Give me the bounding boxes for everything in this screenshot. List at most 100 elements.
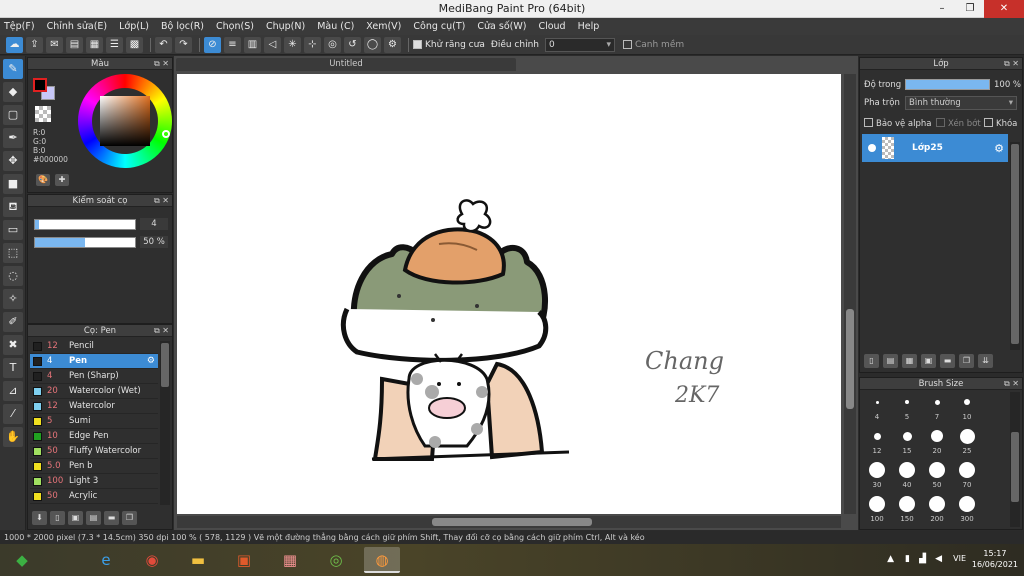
panel-close-icon[interactable]: ⧉ ✕ [154,325,169,337]
lock-checkbox[interactable] [984,118,993,127]
brush-copy-icon[interactable]: ▤ [86,511,101,525]
grid-icon[interactable]: ▩ [126,36,143,53]
brush-tool-icon[interactable]: ✎ [3,59,23,79]
brush-size-cell[interactable]: 30 [862,460,892,489]
panel-close-icon[interactable]: ⧉ ✕ [1004,378,1019,390]
document-tab[interactable]: Untitled [176,58,516,71]
brush-size-cell[interactable]: 20 [922,426,952,455]
divide-tool-icon[interactable]: ⊿ [3,381,23,401]
brush-opacity-value[interactable]: 50 % [140,236,168,248]
menu-view[interactable]: Xem(V) [366,21,401,32]
bucket-tool-icon[interactable]: ⛾ [3,197,23,217]
medibang-paint-icon[interactable]: ◍ [364,547,400,573]
signal-icon[interactable]: ▟ [919,554,926,564]
dot-tool-icon[interactable]: ✒ [3,128,23,148]
redo-icon[interactable]: ↷ [175,36,192,53]
internet-explorer-icon[interactable]: e [88,547,124,573]
canvas-horizontal-scrollbar[interactable] [177,516,841,528]
new-8bit-layer-icon[interactable]: ▦ [902,354,917,368]
hue-wheel[interactable] [78,74,172,168]
brush-size-scrollbar[interactable] [1010,392,1020,527]
brush-size-cell[interactable]: 200 [922,494,952,523]
menu-color[interactable]: Màu (C) [317,21,354,32]
document-icon[interactable]: ▦ [86,36,103,53]
brush-size-cell[interactable]: 50 [922,460,952,489]
select-pen-tool-icon[interactable]: ✐ [3,312,23,332]
snap-off-icon[interactable]: ⊘ [204,36,221,53]
menu-cloud[interactable]: Cloud [538,21,565,32]
radial-snap-icon[interactable]: ✳ [284,36,301,53]
brush-item[interactable]: 12 Watercolor [30,399,158,414]
menu-window[interactable]: Cửa số(W) [477,21,526,32]
canh-mem-checkbox[interactable] [622,40,632,49]
menu-file[interactable]: Tệp(F) [4,21,35,32]
brush-size-value[interactable]: 4 [140,218,168,230]
canvas-vertical-scrollbar[interactable] [844,74,856,514]
hue-knob[interactable] [162,130,170,138]
undo-icon[interactable]: ↶ [155,36,172,53]
hand-tool-icon[interactable]: ✋ [3,427,23,447]
fill-rect-tool-icon[interactable]: ■ [3,174,23,194]
network-icon[interactable]: ▮ [905,554,910,564]
brush-size-cell[interactable]: 5 [892,392,922,421]
menu-tools[interactable]: Công cụ(T) [413,21,465,32]
brush-item[interactable]: 5.0 Pen b [30,459,158,474]
text-tool-icon[interactable]: T [3,358,23,378]
brush-size-slider[interactable] [34,219,136,230]
new-folder-icon[interactable]: ▬ [940,354,955,368]
brush-item[interactable]: 50 Fluffy Watercolor [30,444,158,459]
protect-alpha-checkbox[interactable] [864,118,873,127]
palette-add-icon[interactable]: ✚ [55,174,69,186]
magic-wand-tool-icon[interactable]: ✧ [3,289,23,309]
brush-download-icon[interactable]: ⬇ [32,511,47,525]
lasso-tool-icon[interactable]: ◌ [3,266,23,286]
select-tool-icon[interactable]: ⬚ [3,243,23,263]
focus-snap-icon[interactable]: ⊹ [304,36,321,53]
brush-add-icon[interactable]: ▣ [68,511,83,525]
menu-help[interactable]: Help [578,21,600,32]
file-explorer-icon[interactable]: ▬ [180,547,216,573]
volume-icon[interactable]: ◀ [935,554,942,564]
app-grid-icon[interactable]: ▦ [272,547,308,573]
adjust-select[interactable]: 0 [544,37,615,52]
brush-size-cell[interactable]: 40 [892,460,922,489]
parallel-snap-icon[interactable]: ≡ [224,36,241,53]
antialias-checkbox[interactable] [413,40,422,49]
brush-size-cell[interactable]: 150 [892,494,922,523]
panel-close-icon[interactable]: ⧉ ✕ [1004,58,1019,70]
eyedropper-tool-icon[interactable]: ⁄ [3,404,23,424]
gear-icon[interactable]: ⚙ [994,142,1004,155]
medibang-alt-icon[interactable]: ◎ [318,547,354,573]
brush-opacity-slider[interactable] [34,237,136,248]
upload-icon[interactable]: ⇪ [26,36,43,53]
protect-alpha-option[interactable]: Bảo vệ alpha [864,118,931,129]
new-layer-icon[interactable]: ▯ [864,354,879,368]
foreground-color-swatch[interactable] [33,78,47,92]
lock-option[interactable]: Khóa [984,118,1017,129]
brush-size-cell[interactable]: 15 [892,426,922,455]
powerpoint-icon[interactable]: ▣ [226,547,262,573]
menu-snap[interactable]: Chụp(N) [266,21,305,32]
new-halftone-layer-icon[interactable]: ▤ [883,354,898,368]
eye-icon[interactable] [868,144,876,152]
brush-item[interactable]: 4 Pen ⚙ [30,354,158,369]
layer-scroll-thumb[interactable] [1011,144,1019,344]
add-layer-menu-icon[interactable]: ▣ [921,354,936,368]
brush-size-cell[interactable]: 4 [862,392,892,421]
layer-scrollbar[interactable] [1010,142,1020,350]
curve-snap-icon[interactable]: ↺ [344,36,361,53]
clock[interactable]: 15:17 16/06/2021 [972,548,1018,570]
crosshatch-snap-icon[interactable]: ▥ [244,36,261,53]
menu-select[interactable]: Chọn(S) [216,21,254,32]
palette-icon[interactable]: 🎨 [36,174,50,186]
brush-size-cell[interactable]: 7 [922,392,952,421]
minimize-button[interactable]: – [928,0,956,18]
move-tool-icon[interactable]: ✥ [3,151,23,171]
perspective-snap-icon[interactable]: ◁ [264,36,281,53]
tray-arrow-icon[interactable]: ▲ [887,554,894,564]
brush-folder-icon[interactable]: ▬ [104,511,119,525]
settings-icon[interactable]: ⚙ [384,36,401,53]
layer-opacity-slider[interactable] [905,79,990,90]
brush-item[interactable]: 12 Pencil [30,339,158,354]
brush-list-scrollbar[interactable] [160,341,170,505]
